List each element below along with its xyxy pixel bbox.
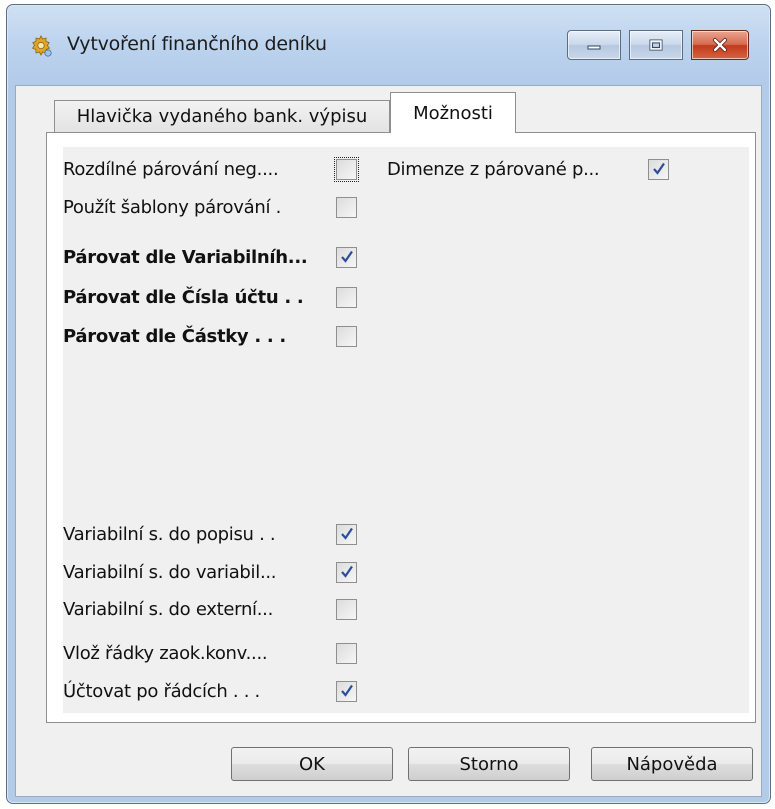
option-checkbox[interactable] (336, 562, 357, 583)
checkmark-icon (341, 565, 353, 578)
cancel-button[interactable]: Storno (408, 747, 570, 781)
dialog-client-area: Hlavička vydaného bank. výpisu Možnosti … (15, 85, 762, 797)
minimize-icon (587, 45, 601, 50)
option-checkbox[interactable] (336, 681, 357, 702)
checkmark-icon (341, 527, 353, 540)
help-button[interactable]: Nápověda (591, 747, 753, 781)
option-row: Variabilní s. do variabil... (63, 558, 277, 586)
close-icon (713, 38, 727, 52)
option-label: Variabilní s. do externí... (63, 598, 274, 620)
option-checkbox[interactable] (336, 599, 357, 620)
tab-options[interactable]: Možnosti (390, 92, 516, 133)
options-group: Rozdílné párování neg.... Dimenze z páro… (63, 147, 749, 713)
option-checkbox[interactable] (334, 157, 359, 182)
option-label: Vlož řádky zaok.konv.... (63, 642, 268, 664)
option-label: Dimenze z párované p... (387, 158, 600, 180)
options-tab-panel: Rozdílné párování neg.... Dimenze z páro… (46, 132, 756, 723)
option-row: Párovat dle Čísla účtu . . (63, 283, 304, 311)
option-row: Variabilní s. do externí... (63, 595, 273, 623)
option-row: Variabilní s. do popisu . . (63, 520, 276, 548)
option-label: Použít šablony párování . (63, 196, 282, 218)
tab-header[interactable]: Hlavička vydaného bank. výpisu (54, 100, 390, 132)
option-label: Párovat dle Variabilníh... (63, 246, 308, 268)
option-row: Použít šablony párování . (63, 193, 281, 221)
option-label: Variabilní s. do popisu . . (63, 523, 276, 545)
title-bar[interactable]: Vytvoření finančního deníku (7, 5, 770, 85)
close-button[interactable] (691, 30, 749, 60)
option-label: Párovat dle Čísla účtu . . (63, 286, 304, 308)
window-title: Vytvoření finančního deníku (67, 33, 327, 55)
checkmark-icon (653, 162, 665, 175)
dialog-window: Vytvoření finančního deníku Hlavička vyd… (6, 4, 771, 804)
option-row: Dimenze z párované p... (387, 155, 600, 183)
option-label: Účtovat po řádcích . . . (63, 680, 260, 702)
option-checkbox[interactable] (336, 326, 357, 347)
checkmark-icon (341, 684, 353, 697)
option-checkbox[interactable] (648, 159, 669, 180)
maximize-icon (649, 39, 663, 51)
option-row: Párovat dle Částky . . . (63, 322, 286, 350)
tab-label: Hlavička vydaného bank. výpisu (76, 106, 368, 127)
option-checkbox[interactable] (336, 197, 357, 218)
option-row: Vlož řádky zaok.konv.... (63, 639, 268, 667)
option-label: Rozdílné párování neg.... (63, 158, 279, 180)
ok-button[interactable]: OK (231, 747, 393, 781)
minimize-button[interactable] (567, 30, 621, 60)
option-checkbox[interactable] (336, 287, 357, 308)
checkmark-icon (341, 250, 353, 263)
tab-label: Možnosti (413, 102, 493, 124)
option-row: Párovat dle Variabilníh... (63, 243, 308, 271)
option-label: Párovat dle Částky . . . (63, 325, 286, 347)
option-row: Účtovat po řádcích . . . (63, 677, 260, 705)
option-checkbox[interactable] (336, 643, 357, 664)
option-label: Variabilní s. do variabil... (63, 561, 277, 583)
gear-icon (29, 34, 53, 58)
option-row: Rozdílné párování neg.... (63, 155, 279, 183)
option-checkbox[interactable] (336, 524, 357, 545)
option-checkbox[interactable] (336, 247, 357, 268)
maximize-button[interactable] (629, 30, 683, 60)
